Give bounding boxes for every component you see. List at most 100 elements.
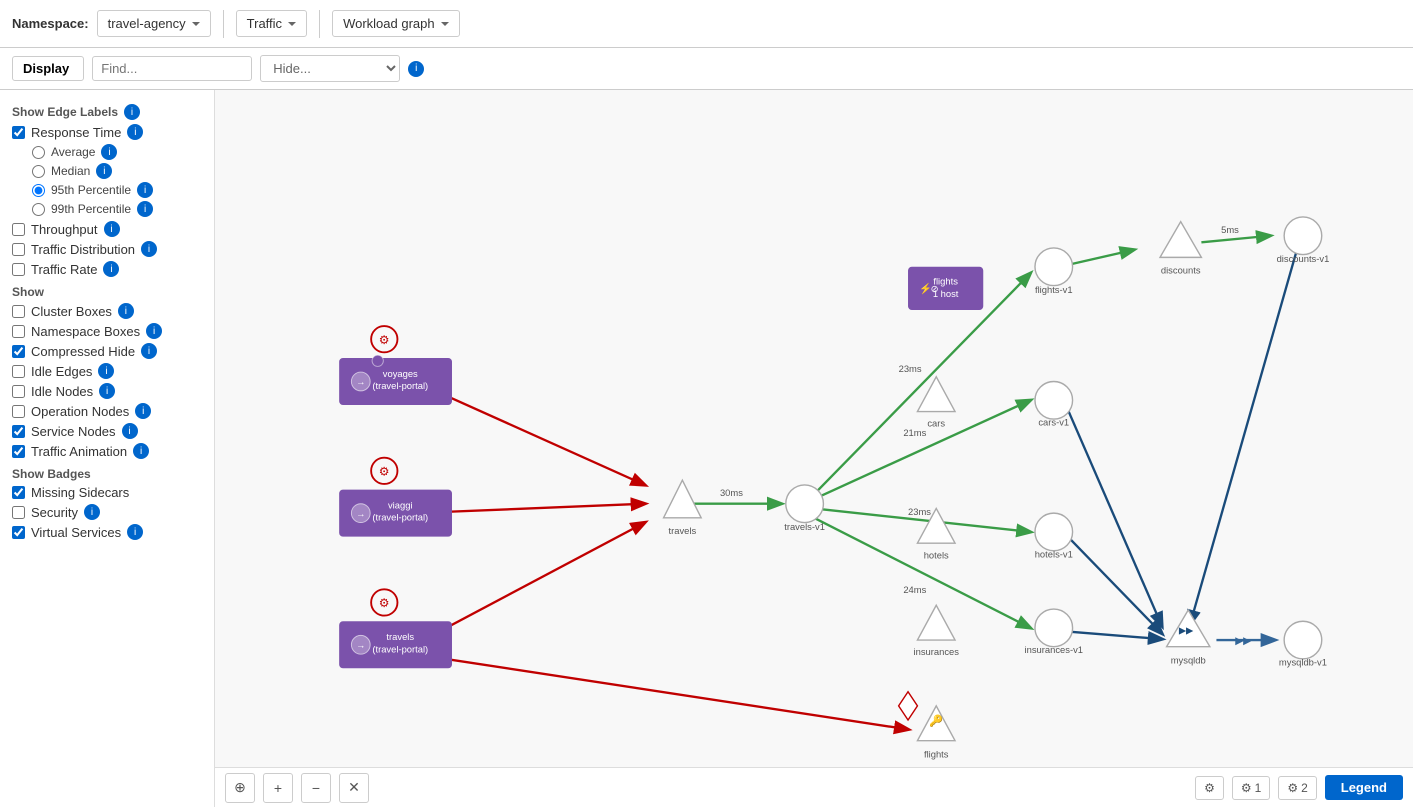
main-area: Show Edge Labels i Response Time i Avera… bbox=[0, 90, 1413, 807]
traffic-dropdown[interactable]: Traffic bbox=[236, 10, 307, 37]
svg-text:(travel-portal): (travel-portal) bbox=[372, 643, 428, 654]
percentile99-item: 99th Percentile i bbox=[32, 201, 202, 217]
legend-button[interactable]: Legend bbox=[1325, 775, 1403, 800]
median-item: Median i bbox=[32, 163, 202, 179]
traffic-animation-checkbox[interactable] bbox=[12, 445, 25, 458]
median-info-icon[interactable]: i bbox=[96, 163, 112, 179]
traffic-distribution-item: Traffic Distribution i bbox=[12, 241, 202, 257]
svg-text:cars: cars bbox=[927, 418, 945, 429]
zoom-in-icon: + bbox=[274, 780, 282, 796]
percentile99-info-icon[interactable]: i bbox=[137, 201, 153, 217]
percentile99-radio[interactable] bbox=[32, 203, 45, 216]
traffic-caret-icon bbox=[288, 22, 296, 26]
throughput-checkbox[interactable] bbox=[12, 223, 25, 236]
node-count-1-label: 1 bbox=[1255, 781, 1262, 795]
svg-text:▶▶: ▶▶ bbox=[1179, 624, 1193, 635]
zoom-in-button[interactable]: + bbox=[263, 773, 293, 803]
security-label: Security bbox=[31, 505, 78, 520]
security-info-icon[interactable]: i bbox=[84, 504, 100, 520]
graph-layout-btn[interactable]: ⚙ bbox=[1195, 776, 1224, 800]
idle-nodes-info-icon[interactable]: i bbox=[99, 383, 115, 399]
response-time-checkbox[interactable] bbox=[12, 126, 25, 139]
namespace-dropdown[interactable]: travel-agency bbox=[97, 10, 211, 37]
graph-type-dropdown[interactable]: Workload graph bbox=[332, 10, 460, 37]
service-nodes-label: Service Nodes bbox=[31, 424, 116, 439]
fit-graph-button[interactable]: ⊕ bbox=[225, 773, 255, 803]
node-count-2-btn[interactable]: ⚙ 2 bbox=[1278, 776, 1316, 800]
zoom-out-button[interactable]: − bbox=[301, 773, 331, 803]
traffic-animation-item: Traffic Animation i bbox=[12, 443, 202, 459]
missing-sidecars-label: Missing Sidecars bbox=[31, 485, 129, 500]
svg-text:⊘: ⊘ bbox=[931, 283, 939, 294]
reset-icon: ✕ bbox=[348, 779, 360, 796]
namespace-boxes-info-icon[interactable]: i bbox=[146, 323, 162, 339]
traffic-rate-label: Traffic Rate bbox=[31, 262, 97, 277]
top-bar: Namespace: travel-agency Traffic Workloa… bbox=[0, 0, 1413, 48]
svg-text:insurances-v1: insurances-v1 bbox=[1025, 644, 1083, 655]
idle-edges-item: Idle Edges i bbox=[12, 363, 202, 379]
display-button[interactable]: Display bbox=[12, 56, 84, 81]
virtual-services-item: Virtual Services i bbox=[12, 524, 202, 540]
traffic-animation-info-icon[interactable]: i bbox=[133, 443, 149, 459]
traffic-label: Traffic bbox=[247, 16, 282, 31]
average-info-icon[interactable]: i bbox=[101, 144, 117, 160]
node-count-2-label: 2 bbox=[1301, 781, 1308, 795]
cluster-boxes-info-icon[interactable]: i bbox=[118, 303, 134, 319]
namespace-boxes-label: Namespace Boxes bbox=[31, 324, 140, 339]
median-label: Median bbox=[51, 164, 90, 178]
service-nodes-checkbox[interactable] bbox=[12, 425, 25, 438]
average-radio[interactable] bbox=[32, 146, 45, 159]
response-time-item: Response Time i bbox=[12, 124, 202, 140]
reset-button[interactable]: ✕ bbox=[339, 773, 369, 803]
compressed-hide-item: Compressed Hide i bbox=[12, 343, 202, 359]
bottom-toolbar: ⊕ + − ✕ ⚙ ⚙ 1 ⚙ 2 Legend bbox=[215, 767, 1413, 807]
traffic-distribution-checkbox[interactable] bbox=[12, 243, 25, 256]
traffic-animation-label: Traffic Animation bbox=[31, 444, 127, 459]
svg-text:insurances: insurances bbox=[914, 646, 960, 657]
percentile95-info-icon[interactable]: i bbox=[137, 182, 153, 198]
graph-canvas[interactable]: 30ms 23ms 21ms 23ms 24ms 5ms bbox=[215, 90, 1413, 767]
find-input[interactable] bbox=[92, 56, 252, 81]
service-nodes-info-icon[interactable]: i bbox=[122, 423, 138, 439]
cluster-boxes-item: Cluster Boxes i bbox=[12, 303, 202, 319]
edge-labels-info-icon[interactable]: i bbox=[124, 104, 140, 120]
svg-text:flights-v1: flights-v1 bbox=[1035, 284, 1073, 295]
percentile95-label: 95th Percentile bbox=[51, 183, 131, 197]
hide-select[interactable]: Hide... bbox=[260, 55, 400, 82]
operation-nodes-checkbox[interactable] bbox=[12, 405, 25, 418]
cluster-boxes-checkbox[interactable] bbox=[12, 305, 25, 318]
node-count-1-btn[interactable]: ⚙ 1 bbox=[1232, 776, 1270, 800]
idle-edges-info-icon[interactable]: i bbox=[98, 363, 114, 379]
traffic-dist-info-icon[interactable]: i bbox=[141, 241, 157, 257]
percentile95-radio[interactable] bbox=[32, 184, 45, 197]
cluster-boxes-label: Cluster Boxes bbox=[31, 304, 112, 319]
info-icon[interactable]: i bbox=[408, 61, 424, 77]
missing-sidecars-checkbox[interactable] bbox=[12, 486, 25, 499]
graph-area[interactable]: 30ms 23ms 21ms 23ms 24ms 5ms bbox=[215, 90, 1413, 807]
security-checkbox[interactable] bbox=[12, 506, 25, 519]
virtual-services-checkbox[interactable] bbox=[12, 526, 25, 539]
missing-sidecars-item: Missing Sidecars bbox=[12, 485, 202, 500]
svg-text:voyages: voyages bbox=[383, 368, 418, 379]
response-time-info-icon[interactable]: i bbox=[127, 124, 143, 140]
response-time-options: Average i Median i 95th Percentile i 99t… bbox=[32, 144, 202, 217]
compressed-hide-checkbox[interactable] bbox=[12, 345, 25, 358]
separator-2 bbox=[319, 10, 320, 38]
second-bar: Display Hide... i bbox=[0, 48, 1413, 90]
virtual-services-label: Virtual Services bbox=[31, 525, 121, 540]
svg-text:travels-v1: travels-v1 bbox=[784, 521, 825, 532]
fit-icon: ⊕ bbox=[234, 779, 246, 796]
median-radio[interactable] bbox=[32, 165, 45, 178]
operation-nodes-item: Operation Nodes i bbox=[12, 403, 202, 419]
throughput-info-icon[interactable]: i bbox=[104, 221, 120, 237]
operation-nodes-info-icon[interactable]: i bbox=[135, 403, 151, 419]
virtual-services-info-icon[interactable]: i bbox=[127, 524, 143, 540]
traffic-rate-checkbox[interactable] bbox=[12, 263, 25, 276]
namespace-boxes-checkbox[interactable] bbox=[12, 325, 25, 338]
namespace-value: travel-agency bbox=[108, 16, 186, 31]
show-edge-labels-item: Show Edge Labels i bbox=[12, 104, 202, 120]
idle-nodes-checkbox[interactable] bbox=[12, 385, 25, 398]
compressed-hide-info-icon[interactable]: i bbox=[141, 343, 157, 359]
idle-edges-checkbox[interactable] bbox=[12, 365, 25, 378]
traffic-rate-info-icon[interactable]: i bbox=[103, 261, 119, 277]
